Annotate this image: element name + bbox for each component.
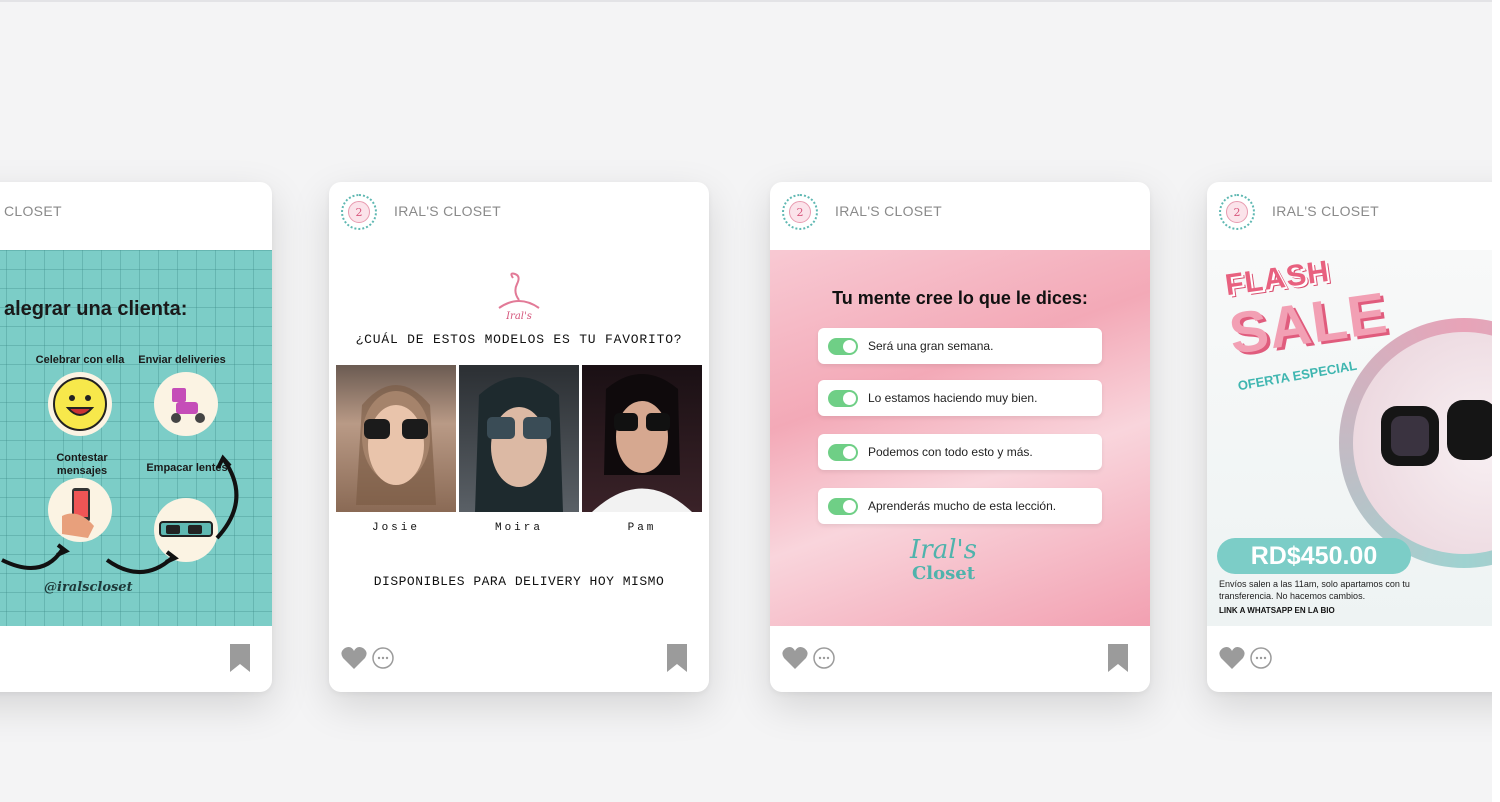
bookmark-icon[interactable] [665, 644, 689, 672]
logo-line-1: Iral's [910, 535, 978, 565]
card-footer [1207, 626, 1500, 692]
whatsapp-link-text: LINK A WHATSAPP EN LA BIO [1219, 606, 1335, 615]
affirmation-row: Podemos con todo esto y más. [818, 434, 1102, 470]
card-footer [329, 626, 709, 692]
logo-line-2: Closet [911, 563, 976, 584]
affirmation-text: Aprenderás mucho de esta lección. [868, 499, 1057, 513]
post-image[interactable]: FLASH SALE OFERTA ESPECIAL RD$450.00 Env… [1207, 250, 1500, 626]
flamingo-logo-icon: Iral's [498, 272, 540, 322]
post-card-1[interactable]: CLOSET alegrar una clienta: Celebrar con… [0, 182, 272, 692]
post-card-3[interactable]: 2 IRAL'S CLOSET Tu mente cree lo que le … [770, 182, 1150, 692]
post-image[interactable]: Tu mente cree lo que le dices: Será una … [770, 250, 1150, 626]
post-title: alegrar una clienta: [4, 298, 188, 320]
model-photo-pam [582, 365, 702, 512]
account-handle[interactable]: IRAL'S CLOSET [835, 203, 942, 219]
comment-icon[interactable] [1249, 646, 1273, 670]
label-enviar: Enviar deliveries [138, 354, 226, 366]
card-header: CLOSET [0, 182, 272, 250]
post-image[interactable]: Iral's ¿CUÁL DE ESTOS MODELOS ES TU FAVO… [329, 250, 709, 626]
affirmation-text: Lo estamos haciendo muy bien. [868, 391, 1038, 405]
toggle-switch[interactable] [828, 338, 858, 355]
arrows-decoration [1, 454, 239, 574]
heart-icon[interactable] [341, 646, 367, 670]
card-footer [0, 626, 272, 692]
instagram-tag: @iralscloset [44, 580, 133, 595]
model-name-moira: Moira [494, 522, 543, 534]
toggle-switch[interactable] [828, 390, 858, 407]
carousel-stage: CLOSET alegrar una clienta: Celebrar con… [0, 0, 1500, 802]
card-header: 2 IRAL'S CLOSET [329, 182, 709, 250]
affirmation-row: Será una gran semana. [818, 328, 1102, 364]
sunglasses-icon [1381, 400, 1493, 466]
post-question: ¿CUÁL DE ESTOS MODELOS ES TU FAVORITO? [355, 332, 683, 347]
avatar-logo-icon[interactable]: 2 [1219, 194, 1255, 230]
post-title: Tu mente cree lo que le dices: [832, 288, 1088, 308]
toggle-switch[interactable] [828, 444, 858, 461]
comment-icon[interactable] [371, 646, 395, 670]
affirmation-row: Lo estamos haciendo muy bien. [818, 380, 1102, 416]
avatar-logo-icon[interactable]: 2 [782, 194, 818, 230]
account-handle[interactable]: IRAL'S CLOSET [1272, 203, 1379, 219]
post-card-4[interactable]: 2 IRAL'S CLOSET FLASH SALE OFERTA ESPECI… [1207, 182, 1500, 692]
affirmation-row: Aprenderás mucho de esta lección. [818, 488, 1102, 524]
bookmark-icon[interactable] [1106, 644, 1130, 672]
model-name-pam: Pam [627, 522, 657, 534]
svg-text:Iral's: Iral's [505, 311, 532, 322]
affirmation-text: Podemos con todo esto y más. [868, 445, 1033, 459]
affirmation-text: Será una gran semana. [868, 339, 994, 353]
post-card-2[interactable]: 2 IRAL'S CLOSET Iral's ¿CUÁL DE ESTOS MO… [329, 182, 709, 692]
model-photo-moira [459, 365, 579, 512]
shipping-info: Envíos salen a las 11am, solo apartamos … [1219, 579, 1410, 601]
heart-icon[interactable] [1219, 646, 1245, 670]
label-celebrar: Celebrar con ella [35, 354, 125, 366]
account-handle[interactable]: CLOSET [4, 203, 62, 219]
card-footer [770, 626, 1150, 692]
model-name-josie: Josie [371, 522, 420, 534]
post-footer-text: DISPONIBLES PARA DELIVERY HOY MISMO [373, 574, 665, 589]
bookmark-icon[interactable] [228, 644, 252, 672]
avatar-logo-icon[interactable]: 2 [341, 194, 377, 230]
card-header: 2 IRAL'S CLOSET [1207, 182, 1500, 250]
heart-icon[interactable] [782, 646, 808, 670]
toggle-switch[interactable] [828, 498, 858, 515]
comment-icon[interactable] [812, 646, 836, 670]
price-badge: RD$450.00 [1217, 538, 1411, 574]
account-handle[interactable]: IRAL'S CLOSET [394, 203, 501, 219]
card-header: 2 IRAL'S CLOSET [770, 182, 1150, 250]
model-photo-josie [336, 365, 456, 512]
brand-logo: Iral's Closet [910, 535, 978, 586]
post-image[interactable]: alegrar una clienta: Celebrar con ella E… [0, 250, 272, 626]
